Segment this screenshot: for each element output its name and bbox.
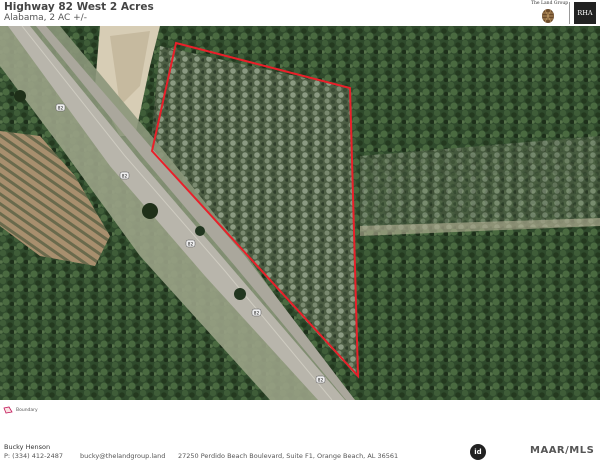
svg-text:82: 82 bbox=[254, 311, 260, 317]
rha-logo: RHA bbox=[574, 2, 596, 24]
map-legend: Boundary bbox=[3, 406, 38, 414]
agent-name: Bucky Henson bbox=[4, 443, 51, 451]
svg-text:82: 82 bbox=[122, 174, 128, 180]
road-shield: 82 bbox=[55, 103, 66, 112]
boundary-swatch-icon bbox=[3, 406, 13, 414]
road-shield: 82 bbox=[185, 239, 196, 248]
agent-phone[interactable]: P: (334) 412-2487 bbox=[4, 452, 63, 460]
aerial-imagery: 82 82 82 82 82 bbox=[0, 26, 600, 400]
agent-footer: Bucky Henson P: (334) 412-2487 bucky@the… bbox=[0, 440, 600, 464]
road-shield: 82 bbox=[251, 308, 262, 317]
page-subtitle: Alabama, 2 AC +/- bbox=[4, 13, 87, 23]
legend-boundary-label: Boundary bbox=[16, 407, 38, 413]
mls-logo: MAAR/MLS bbox=[530, 445, 595, 456]
logo-divider bbox=[569, 2, 570, 24]
pinecone-icon bbox=[542, 9, 554, 23]
map-header: Highway 82 West 2 Acres Alabama, 2 AC +/… bbox=[0, 0, 600, 26]
svg-text:82: 82 bbox=[58, 106, 64, 112]
agent-email[interactable]: bucky@thelandgroup.land bbox=[80, 452, 165, 460]
id-logo-icon: id bbox=[470, 444, 486, 460]
road-shield: 82 bbox=[315, 375, 326, 384]
page-title: Highway 82 West 2 Acres bbox=[4, 1, 154, 13]
aerial-map[interactable]: 82 82 82 82 82 0 100 200 bbox=[0, 26, 600, 400]
svg-text:82: 82 bbox=[188, 242, 194, 248]
land-group-logo: The Land Group bbox=[531, 1, 568, 25]
road-shield: 82 bbox=[119, 171, 130, 180]
logo-group: The Land Group RHA bbox=[531, 1, 596, 25]
agent-address: 27250 Perdido Beach Boulevard, Suite F1,… bbox=[178, 452, 399, 460]
svg-text:82: 82 bbox=[318, 378, 324, 384]
